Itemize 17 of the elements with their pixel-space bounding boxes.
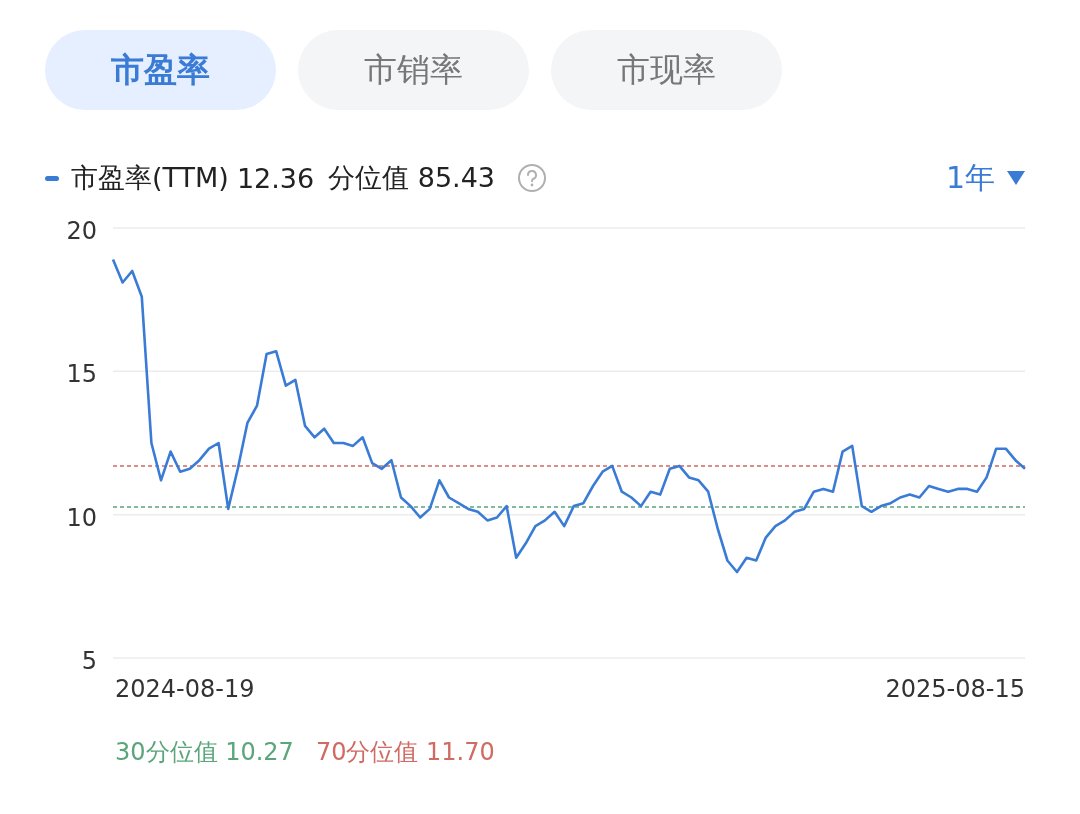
series-name: 市盈率(TTM) xyxy=(71,161,229,195)
y-axis-label: 5 xyxy=(81,647,97,675)
percentile-label: 30分位值 10.27 xyxy=(115,737,294,768)
y-axis-label: 15 xyxy=(66,360,97,389)
y-axis-label: 10 xyxy=(66,503,97,532)
percentile-label: 70分位值 11.70 xyxy=(315,737,495,768)
help-icon[interactable] xyxy=(517,163,548,193)
tab[interactable]: 市盈率 xyxy=(45,30,276,110)
x-axis-label: 2024-08-19 xyxy=(115,675,255,703)
tab[interactable]: 市销率 xyxy=(298,30,529,110)
x-axis-label: 2025-08-15 xyxy=(885,675,1025,703)
period-dropdown[interactable]: 1年 xyxy=(945,157,1025,199)
caret-icon xyxy=(1007,171,1025,185)
tab[interactable]: 市现率 xyxy=(551,30,782,110)
legend-value: 12.36 xyxy=(236,162,315,194)
y-axis-label: 20 xyxy=(66,217,97,245)
percentile-value: 分位值 85.43 xyxy=(328,161,496,195)
